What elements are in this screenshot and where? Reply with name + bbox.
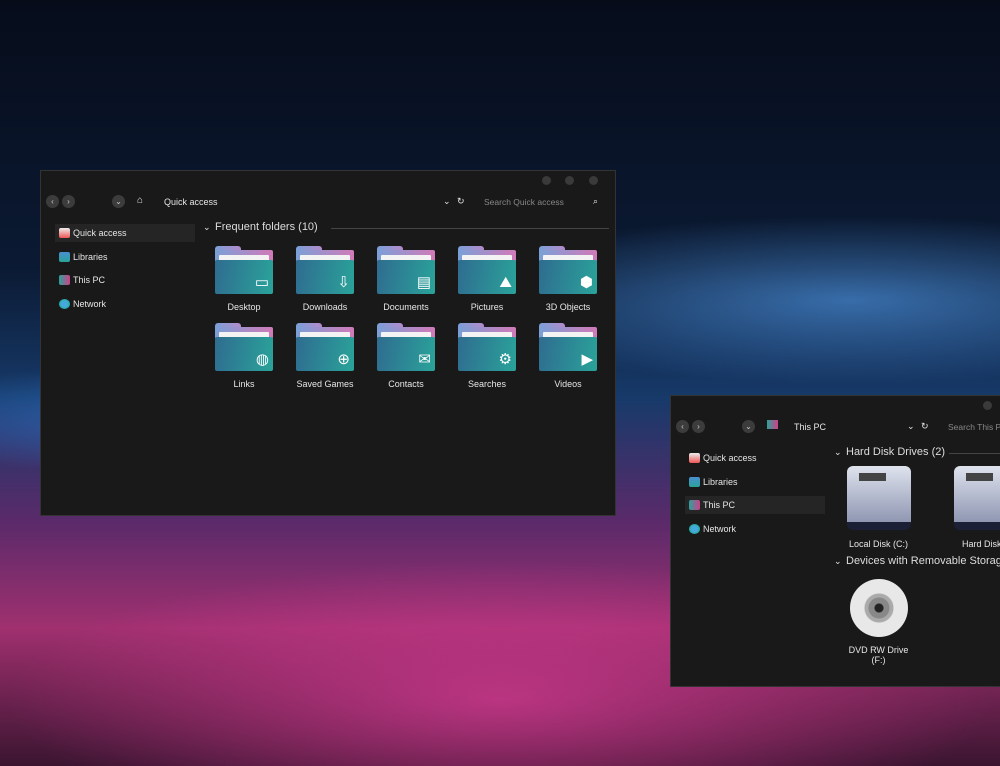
libraries-icon: [689, 476, 700, 487]
divider: [331, 228, 609, 229]
cube-icon: ⬢: [579, 274, 593, 291]
forward-button[interactable]: ›: [62, 195, 75, 208]
computer-icon: [59, 275, 70, 285]
folder-label: Desktop: [227, 302, 261, 312]
hard-disk-drive[interactable]: Hard Disk 2: [948, 466, 1000, 549]
collapse-chevron-icon[interactable]: ⌄: [834, 556, 842, 567]
recent-locations-button[interactable]: ⌄: [742, 420, 755, 433]
folder-item[interactable]: ⚙ Searches: [458, 323, 516, 389]
network-icon: [59, 298, 70, 309]
address-bar[interactable]: This PC: [794, 422, 826, 432]
hard-disk-drive[interactable]: Local Disk (C:): [841, 466, 916, 549]
minimize-button[interactable]: [983, 401, 992, 410]
folder-label: Downloads: [302, 302, 348, 312]
folder-item[interactable]: ⊕ Saved Games: [296, 323, 354, 389]
search-input[interactable]: Search Quick access: [484, 197, 564, 207]
back-button[interactable]: ‹: [676, 420, 689, 433]
address-dropdown-icon[interactable]: ⌄: [907, 421, 915, 432]
sidebar-item-quick-access[interactable]: Quick access: [55, 224, 195, 242]
gear-icon: ⚙: [498, 351, 512, 368]
computer-icon: [767, 420, 778, 429]
folder-item[interactable]: ▶ Videos: [539, 323, 597, 389]
collapse-chevron-icon[interactable]: ⌄: [834, 447, 842, 458]
drive-letter: (F:): [871, 655, 886, 665]
divider: [949, 453, 1000, 454]
home-icon: ⌂: [137, 195, 144, 206]
quick-access-window: ‹ › ⌄ ⌂ Quick access ⌄ ↻ Search Quick ac…: [40, 170, 616, 516]
folder-label: Documents: [383, 302, 429, 312]
folder-item[interactable]: ◍ Links: [215, 323, 273, 389]
folder-label: Contacts: [388, 379, 424, 389]
sidebar-item-label: This PC: [73, 275, 106, 285]
folder-label: Videos: [554, 379, 582, 389]
home-icon: [59, 228, 70, 238]
section-header-removable: Devices with Removable Storage: [846, 555, 1000, 567]
folder-item[interactable]: ▤ Documents: [377, 246, 435, 312]
folder-item[interactable]: ▭ Desktop: [215, 246, 273, 312]
hard-drive-icon: [846, 466, 911, 530]
download-icon: ⇩: [337, 274, 350, 291]
address-dropdown-icon[interactable]: ⌄: [443, 196, 451, 207]
sidebar-item-label: Libraries: [73, 251, 108, 262]
sidebar-item-this-pc[interactable]: This PC: [55, 271, 195, 289]
sidebar-item-label: Libraries: [703, 476, 738, 487]
folder-label: Links: [233, 379, 255, 389]
maximize-button[interactable]: [565, 176, 574, 185]
section-header-hard-disks: Hard Disk Drives (2): [846, 446, 946, 458]
hard-drive-icon: [953, 466, 1000, 530]
mail-icon: ✉: [418, 351, 431, 368]
dvd-drive[interactable]: DVD RW Drive (F:): [841, 579, 916, 665]
dvd-icon: [849, 579, 908, 637]
search-icon[interactable]: ⌕: [593, 196, 598, 207]
network-icon: [689, 523, 700, 534]
desktop-icon: ▭: [254, 274, 269, 291]
sidebar-item-label: Network: [703, 523, 737, 534]
close-button[interactable]: [589, 176, 598, 185]
forward-button[interactable]: ›: [692, 420, 705, 433]
refresh-icon[interactable]: ↻: [457, 196, 465, 207]
libraries-icon: [59, 251, 70, 262]
home-icon: [689, 453, 700, 463]
folder-item[interactable]: ✉ Contacts: [377, 323, 435, 389]
this-pc-window: ‹ › ⌄ This PC ⌄ ↻ Search This PC Quick a…: [670, 395, 1000, 687]
sidebar-item-network[interactable]: Network: [685, 520, 825, 538]
computer-icon: [689, 500, 700, 510]
sidebar-item-quick-access[interactable]: Quick access: [685, 449, 825, 467]
drive-label: Local Disk (C:): [848, 539, 908, 549]
video-icon: ▶: [581, 351, 593, 368]
gamepad-icon: ⊕: [337, 351, 350, 368]
folder-label: Saved Games: [296, 379, 354, 389]
folder-item[interactable]: ⬢ 3D Objects: [539, 246, 597, 312]
sidebar-item-libraries[interactable]: Libraries: [685, 473, 825, 491]
folder-item[interactable]: ⇩ Downloads: [296, 246, 354, 312]
folder-label: Pictures: [470, 302, 504, 312]
collapse-chevron-icon[interactable]: ⌄: [203, 222, 211, 233]
section-header: Frequent folders (10): [215, 221, 318, 233]
picture-icon: ⛰: [499, 274, 512, 291]
drive-label: Hard Disk 2: [961, 539, 1000, 549]
address-bar[interactable]: Quick access: [164, 197, 218, 207]
back-button[interactable]: ‹: [46, 195, 59, 208]
sidebar-item-label: Network: [73, 298, 107, 309]
folder-label: Searches: [467, 379, 507, 389]
sidebar-item-label: Quick access: [73, 228, 127, 238]
sidebar-item-network[interactable]: Network: [55, 295, 195, 313]
folder-label: 3D Objects: [545, 302, 591, 312]
sidebar-item-this-pc[interactable]: This PC: [685, 496, 825, 514]
folder-item[interactable]: ⛰ Pictures: [458, 246, 516, 312]
globe-icon: ◍: [255, 351, 269, 368]
recent-locations-button[interactable]: ⌄: [112, 195, 125, 208]
document-icon: ▤: [416, 274, 431, 291]
search-input[interactable]: Search This PC: [948, 422, 1000, 432]
sidebar-item-label: This PC: [703, 500, 736, 510]
sidebar-item-libraries[interactable]: Libraries: [55, 248, 195, 266]
sidebar-item-label: Quick access: [703, 453, 757, 463]
drive-label: DVD RW Drive: [848, 645, 909, 655]
minimize-button[interactable]: [542, 176, 551, 185]
refresh-icon[interactable]: ↻: [921, 421, 929, 432]
